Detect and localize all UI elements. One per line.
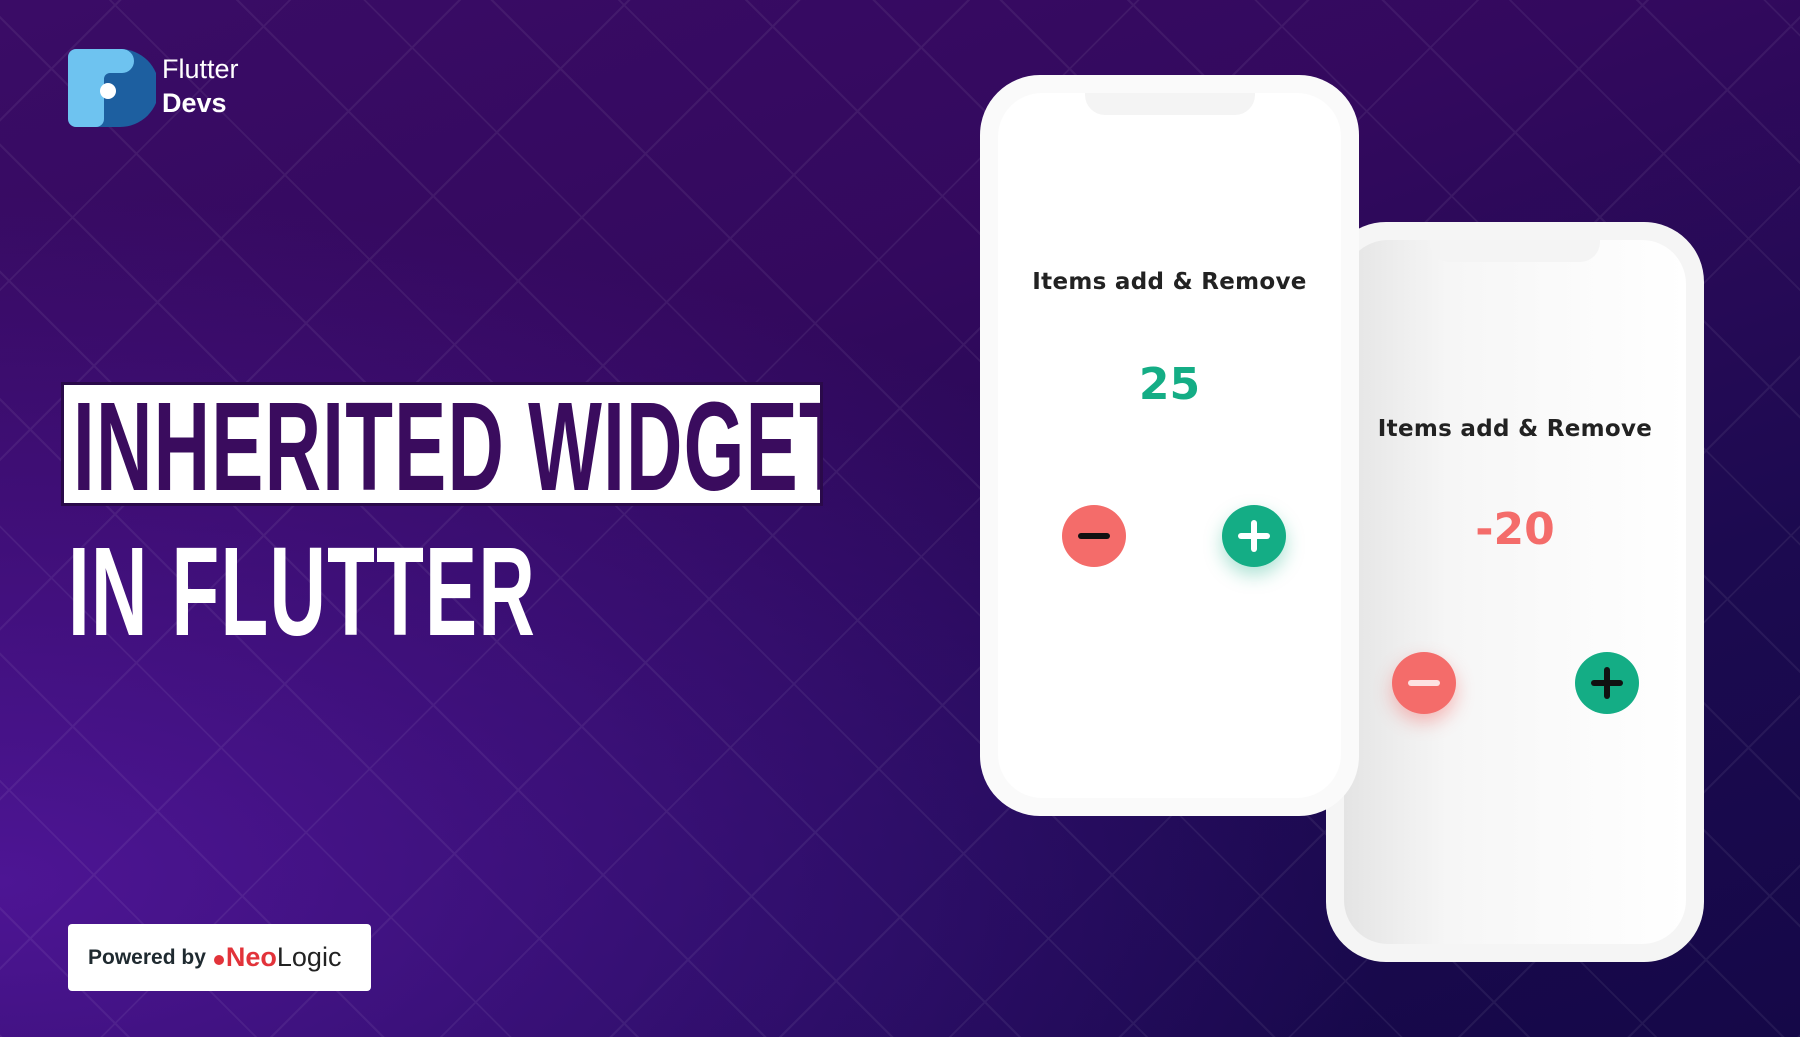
decrement-button[interactable] [1392, 652, 1456, 714]
phone-screen: Items add & Remove -20 [1344, 240, 1686, 944]
flutterdevs-logo-icon [68, 49, 156, 127]
brand-name: Flutter Devs [162, 52, 239, 120]
phone-mockup-1: Items add & Remove 25 [980, 75, 1359, 816]
app-title: Items add & Remove [1032, 269, 1307, 295]
phone-notch [1084, 93, 1255, 115]
minus-icon [1078, 533, 1110, 539]
headline-box: INHERITED WIDGET [61, 382, 823, 506]
app-title: Items add & Remove [1377, 416, 1653, 442]
neologic-dot-icon [213, 955, 224, 965]
phone-screen: Items add & Remove 25 [998, 93, 1341, 798]
increment-button[interactable] [1575, 652, 1639, 714]
company-name: NeoLogic [225, 942, 342, 972]
increment-button[interactable] [1222, 505, 1286, 567]
powered-by-label: Powered by [88, 945, 206, 969]
plus-icon [1238, 520, 1270, 552]
headline-line2: IN FLUTTER [68, 521, 537, 662]
plus-icon [1591, 667, 1623, 699]
phone-notch [1430, 240, 1600, 262]
counter-value: 25 [1138, 359, 1201, 410]
brand-line1: Flutter [162, 54, 239, 84]
brand-line2: Devs [162, 88, 227, 118]
minus-icon [1408, 680, 1440, 686]
headline-line1: INHERITED WIDGET [73, 382, 823, 506]
phone-mockup-2: Items add & Remove -20 [1326, 222, 1704, 962]
counter-value: -20 [1475, 504, 1555, 555]
decrement-button[interactable] [1062, 505, 1126, 567]
powered-by-badge: Powered by NeoLogic [68, 924, 371, 991]
neologic-logo: NeoLogic [213, 942, 342, 973]
